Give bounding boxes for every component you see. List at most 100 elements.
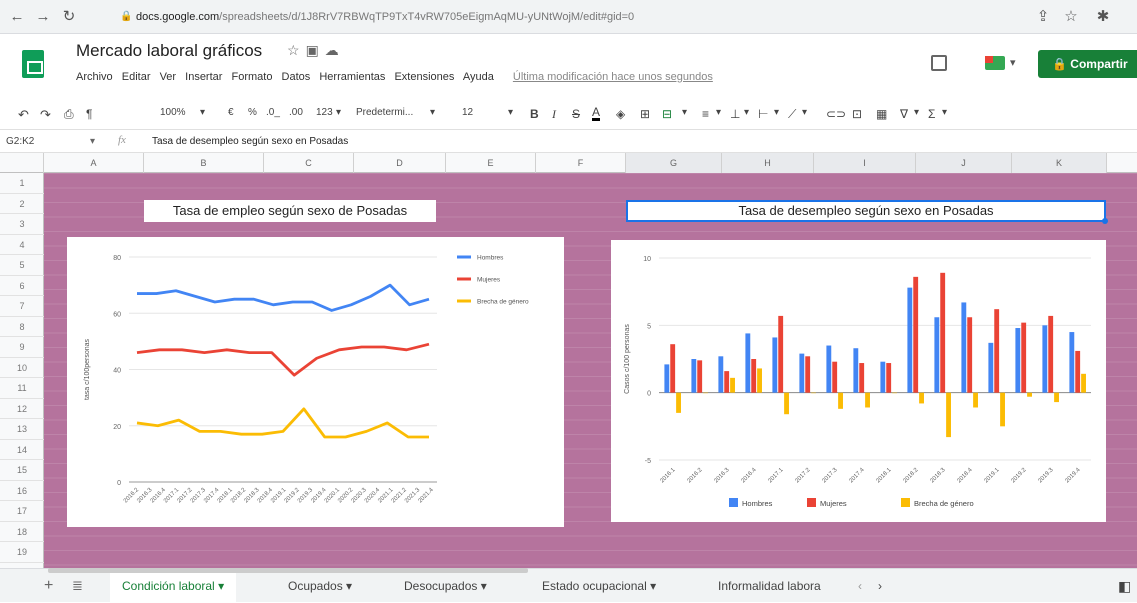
font-size-select[interactable]: 12 [462, 107, 473, 118]
chevron-down-icon[interactable]: ▾ [802, 107, 807, 118]
tab-ocupados[interactable]: Ocupados ▾ [276, 569, 364, 603]
chevron-down-icon[interactable]: ▾ [430, 107, 435, 118]
menu-item[interactable]: Datos [282, 71, 311, 83]
chevron-down-icon[interactable]: ▾ [744, 107, 749, 118]
column-header[interactable]: A [44, 153, 144, 173]
row-header[interactable]: 10 [0, 358, 44, 378]
explore-icon[interactable]: ◧ [1118, 569, 1131, 603]
chevron-down-icon[interactable]: ▾ [914, 107, 919, 118]
menu-item[interactable]: Extensiones [394, 71, 454, 83]
merge-cells-icon[interactable]: ⊟ [662, 107, 672, 121]
percent-button[interactable]: % [248, 107, 257, 118]
tab-desocupados[interactable]: Desocupados ▾ [392, 569, 499, 603]
chart1-title[interactable]: Tasa de empleo según sexo de Posadas [144, 200, 436, 222]
menu-item[interactable]: Insertar [185, 71, 222, 83]
tab-informalidad-laboral[interactable]: Informalidad labora [706, 569, 833, 603]
column-header[interactable]: J [916, 153, 1012, 173]
row-header[interactable]: 3 [0, 214, 44, 235]
move-folder-icon[interactable]: ▣ [306, 42, 325, 58]
sheets-logo[interactable] [22, 50, 44, 78]
row-header[interactable]: 19 [0, 542, 44, 563]
chevron-down-icon[interactable]: ▾ [200, 107, 205, 118]
resize-handle[interactable] [1102, 218, 1108, 224]
horizontal-scrollbar[interactable] [48, 568, 528, 573]
row-header[interactable]: 7 [0, 296, 44, 317]
align-vertical-icon[interactable]: ⊥ [730, 107, 740, 121]
insert-chart-icon[interactable]: ▦ [876, 107, 887, 121]
text-wrap-icon[interactable]: ⊢ [758, 107, 768, 121]
row-header[interactable]: 12 [0, 399, 44, 419]
add-sheet-icon[interactable]: + [44, 569, 53, 603]
column-header[interactable]: H [722, 153, 814, 173]
tab-estado-ocupacional[interactable]: Estado ocupacional ▾ [530, 569, 668, 603]
scroll-right-icon[interactable]: › [878, 569, 882, 603]
row-header[interactable]: 1 [0, 173, 44, 194]
fill-color-icon[interactable]: ◈ [616, 107, 625, 121]
print-icon[interactable]: ⎙ [64, 107, 74, 122]
chevron-down-icon[interactable]: ▾ [508, 107, 513, 118]
row-header[interactable]: 9 [0, 337, 44, 358]
doc-title[interactable]: Mercado laboral gráficos [76, 41, 262, 61]
reload-icon[interactable]: ↻ [58, 6, 80, 28]
chevron-down-icon[interactable]: ▾ [1010, 56, 1016, 69]
employment-chart[interactable]: 0 20 40 60 80 tasa c/100personas 2016.2 2016.3 2… [67, 237, 564, 527]
row-header[interactable]: 14 [0, 440, 44, 460]
row-header[interactable]: 18 [0, 522, 44, 542]
column-header[interactable]: G [626, 153, 722, 173]
column-header[interactable]: F [536, 153, 626, 173]
font-select[interactable]: Predetermi... [356, 107, 413, 118]
menu-item[interactable]: Ver [160, 71, 177, 83]
bold-button[interactable]: B [530, 107, 539, 121]
italic-button[interactable]: I [552, 107, 556, 122]
insert-comment-icon[interactable]: ⊡ [852, 107, 862, 121]
star-icon[interactable]: ☆ [1060, 6, 1082, 28]
column-header[interactable]: E [446, 153, 536, 173]
chart2-title[interactable]: Tasa de desempleo según sexo en Posadas [626, 200, 1106, 222]
chevron-down-icon[interactable]: ▾ [336, 107, 341, 118]
star-icon[interactable]: ☆ [287, 42, 306, 58]
row-header[interactable]: 16 [0, 481, 44, 501]
insert-link-icon[interactable]: ⊂⊃ [826, 107, 846, 121]
text-color-button[interactable]: A [592, 106, 601, 121]
row-header[interactable]: 13 [0, 419, 44, 440]
chevron-down-icon[interactable]: ▾ [942, 107, 947, 118]
borders-icon[interactable]: ⊞ [640, 107, 650, 121]
decrease-decimal-button[interactable]: .0_ [266, 107, 280, 118]
row-header[interactable]: 11 [0, 378, 44, 399]
extensions-icon[interactable]: ✱ [1092, 6, 1114, 28]
filter-icon[interactable]: ∇ [900, 107, 908, 121]
share-button[interactable]: 🔒 Compartir [1038, 50, 1137, 78]
last-edit-link[interactable]: Última modificación hace unos segundos [513, 71, 713, 83]
column-header[interactable]: C [264, 153, 354, 173]
row-header[interactable]: 15 [0, 460, 44, 481]
cloud-status-icon[interactable]: ☁ [325, 42, 345, 58]
column-header[interactable]: K [1012, 153, 1107, 173]
formula-input[interactable]: Tasa de desempleo según sexo en Posadas [152, 136, 348, 147]
number-format-button[interactable]: 123 [316, 107, 333, 118]
row-header[interactable]: 5 [0, 255, 44, 276]
chevron-down-icon[interactable]: ▾ [90, 136, 95, 147]
row-header[interactable]: 6 [0, 276, 44, 296]
increase-decimal-button[interactable]: .00 [289, 107, 303, 118]
chevron-down-icon[interactable]: ▾ [774, 107, 779, 118]
text-rotation-icon[interactable]: ⟋ [788, 107, 796, 122]
column-header[interactable]: I [814, 153, 916, 173]
zoom-select[interactable]: 100% [160, 107, 186, 118]
undo-icon[interactable]: ↶ [18, 107, 29, 123]
row-header[interactable]: 17 [0, 501, 44, 522]
functions-icon[interactable]: Σ [928, 107, 935, 121]
tab-condicion-laboral[interactable]: Condición laboral ▾ [110, 569, 237, 603]
forward-icon[interactable]: → [32, 6, 54, 28]
meet-icon[interactable] [985, 56, 1005, 70]
menu-item[interactable]: Archivo [76, 71, 113, 83]
currency-button[interactable]: € [228, 107, 234, 118]
menu-item[interactable]: Ayuda [463, 71, 494, 83]
row-header[interactable]: 4 [0, 235, 44, 255]
address-bar[interactable]: 🔒 docs.google.com/spreadsheets/d/1J8RrV7… [110, 5, 1000, 29]
back-icon[interactable]: ← [6, 6, 28, 28]
row-header[interactable]: 8 [0, 317, 44, 337]
strikethrough-button[interactable]: S [572, 107, 580, 121]
menu-item[interactable]: Editar [122, 71, 151, 83]
redo-icon[interactable]: ↷ [40, 107, 51, 123]
chevron-down-icon[interactable]: ▾ [682, 107, 687, 118]
